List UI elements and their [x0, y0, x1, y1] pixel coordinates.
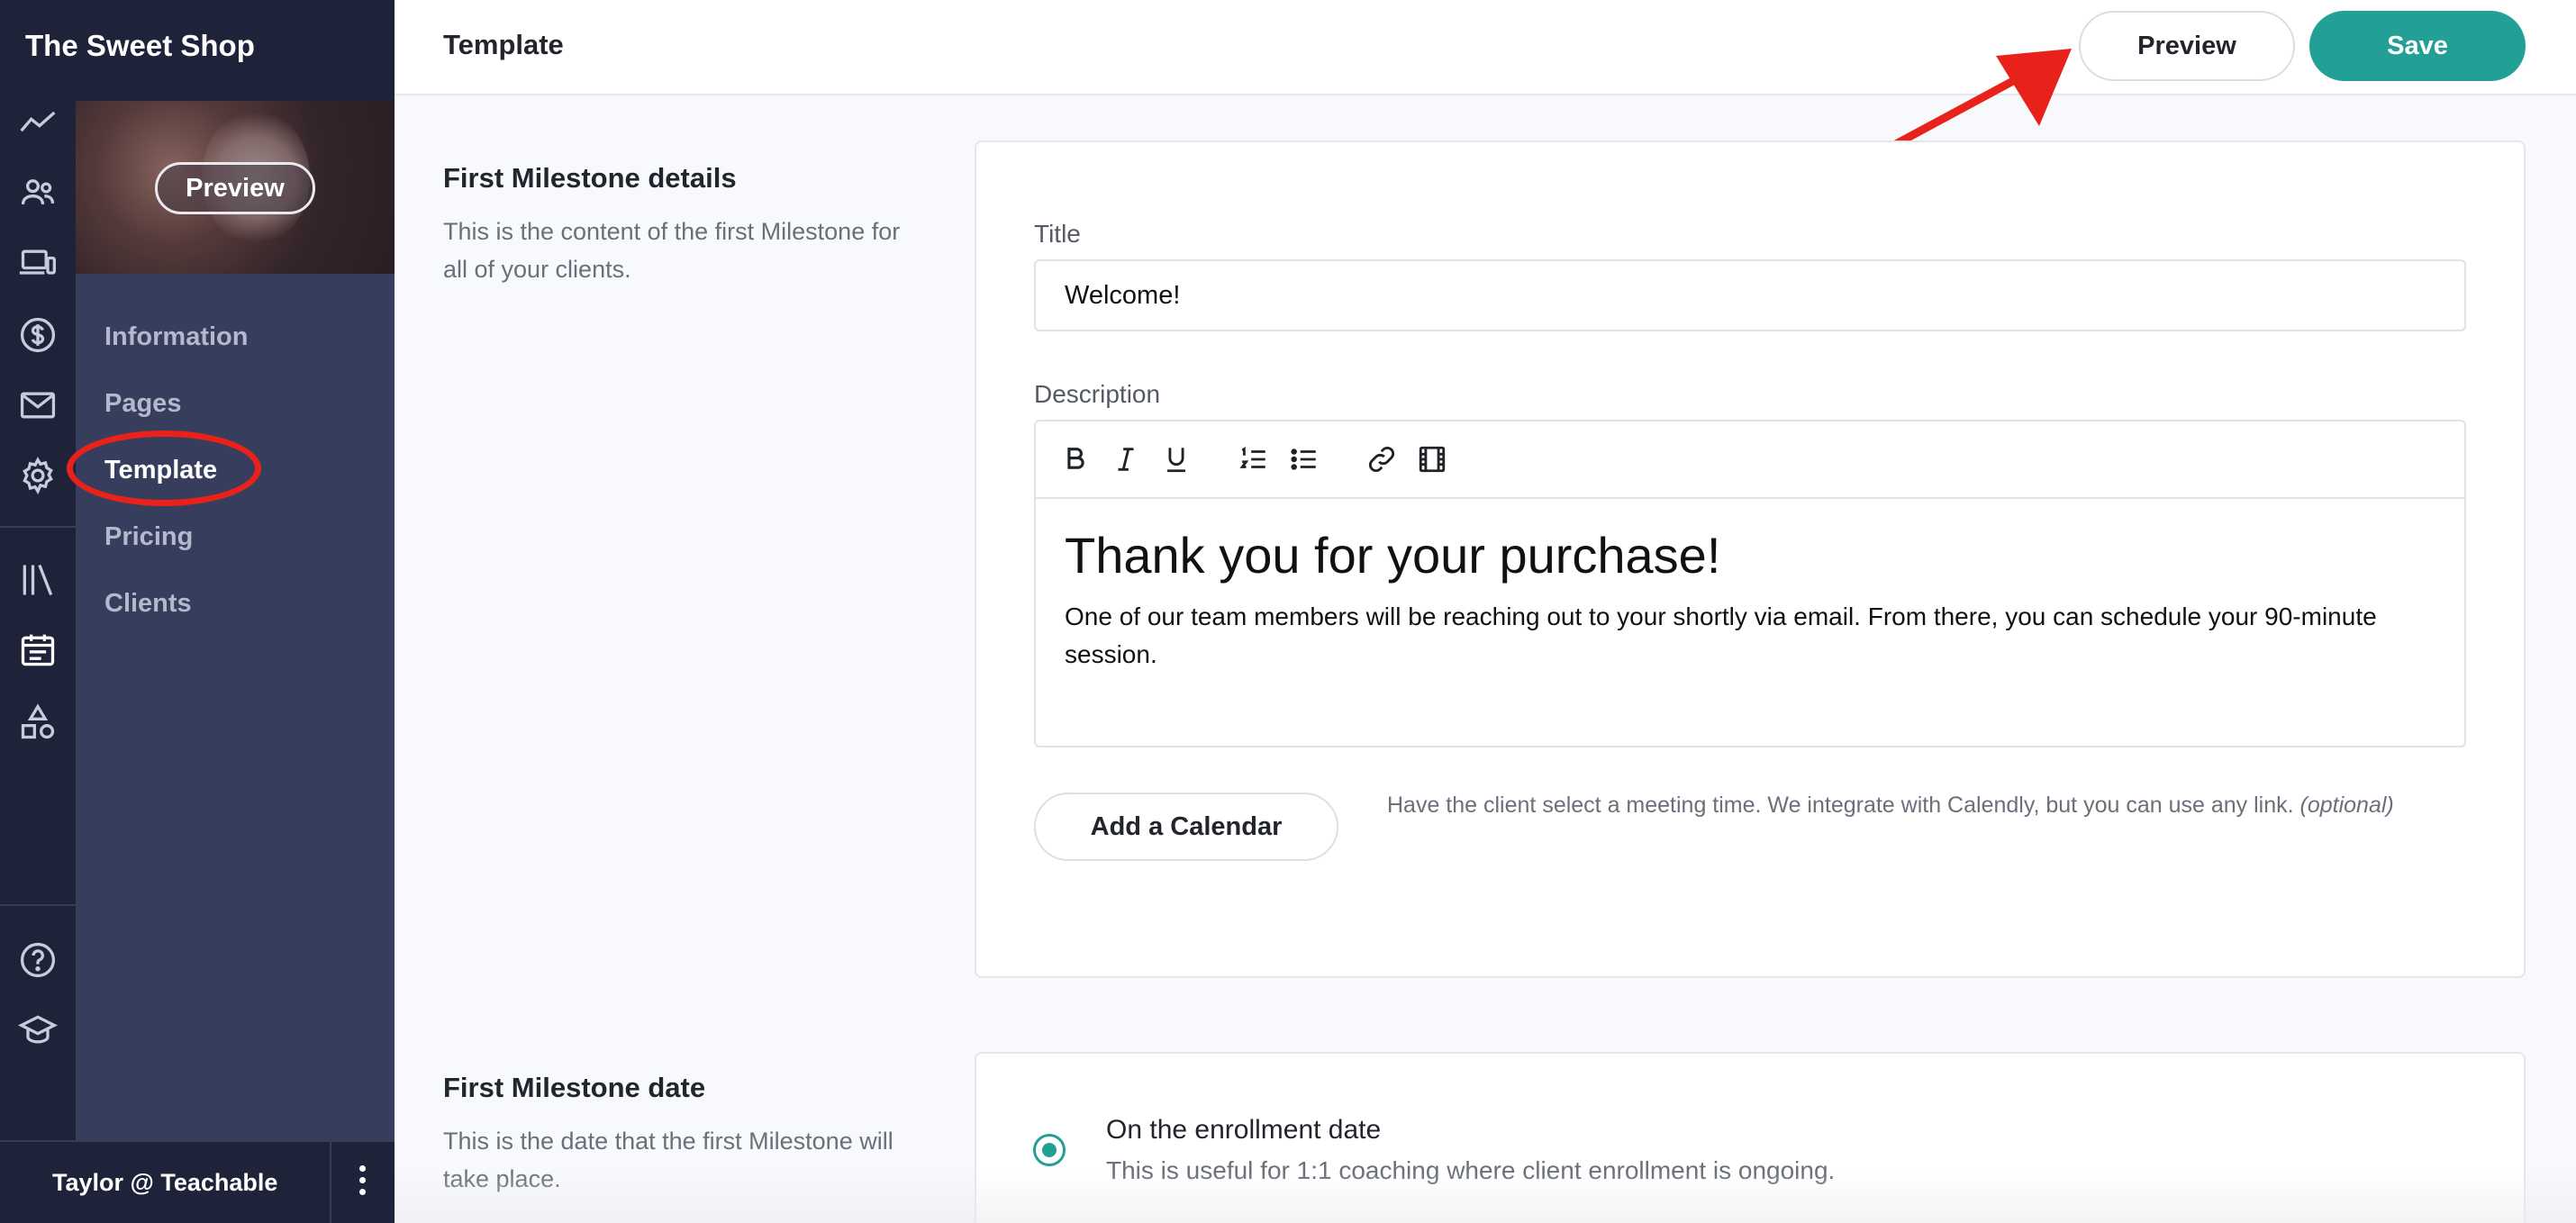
- save-button[interactable]: Save: [2309, 11, 2526, 81]
- enrollment-date-label[interactable]: On the enrollment date: [1106, 1115, 1381, 1146]
- calendar-icon[interactable]: [14, 627, 61, 674]
- editor-toolbar: [1036, 421, 2464, 499]
- rail-divider: [0, 526, 76, 528]
- enrollment-date-help: This is useful for 1:1 coaching where cl…: [1106, 1156, 1836, 1184]
- link-icon[interactable]: [1364, 441, 1400, 477]
- ordered-list-icon[interactable]: [1236, 441, 1272, 477]
- sidebar-item-information[interactable]: Information: [104, 322, 249, 352]
- mail-icon[interactable]: [14, 382, 61, 429]
- milestone-date-title: First Milestone date: [443, 1072, 706, 1103]
- title-input[interactable]: Welcome!: [1034, 259, 2466, 331]
- milestone-details-title: First Milestone details: [443, 162, 737, 194]
- milestone-date-description: This is the date that the first Mileston…: [443, 1128, 893, 1192]
- sidebar-item-pages[interactable]: Pages: [104, 389, 181, 419]
- preview-button[interactable]: Preview: [2079, 11, 2295, 81]
- icon-rail: [0, 0, 76, 1223]
- sidebar-item-pricing[interactable]: Pricing: [104, 522, 193, 552]
- enrollment-date-radio[interactable]: [1033, 1134, 1066, 1166]
- milestone-details-description: This is the content of the first Milesto…: [443, 218, 901, 283]
- sidebar-item-clients[interactable]: Clients: [104, 589, 192, 619]
- calendar-help-text: Have the client select a meeting time. W…: [1387, 793, 2394, 819]
- library-icon[interactable]: [14, 557, 61, 603]
- chart-line-icon[interactable]: [14, 99, 61, 146]
- user-bar: Taylor @ Teachable: [0, 1140, 395, 1223]
- italic-icon[interactable]: [1108, 441, 1144, 477]
- gear-icon[interactable]: [14, 452, 61, 499]
- editor-body: One of our team members will be reaching…: [1065, 602, 2377, 668]
- description-editor[interactable]: Thank you for your purchase! One of our …: [1034, 420, 2466, 747]
- page-header: Template Preview Save: [395, 0, 2576, 95]
- calendar-optional-note: (optional): [2299, 793, 2394, 818]
- editor-heading: Thank you for your purchase!: [1065, 527, 1721, 584]
- annotation-circle: [67, 430, 261, 506]
- add-calendar-button[interactable]: Add a Calendar: [1034, 793, 1338, 861]
- bullet-list-icon[interactable]: [1286, 441, 1322, 477]
- bold-icon[interactable]: [1057, 441, 1093, 477]
- calendar-help-sentence: Have the client select a meeting time. W…: [1387, 793, 2294, 818]
- user-name[interactable]: Taylor @ Teachable: [52, 1169, 277, 1197]
- graduation-cap-icon[interactable]: [14, 1007, 61, 1054]
- devices-icon[interactable]: [14, 240, 61, 286]
- school-name[interactable]: The Sweet Shop: [0, 0, 395, 101]
- users-icon[interactable]: [14, 169, 61, 216]
- user-bar-divider: [330, 1142, 331, 1223]
- cover-preview-button[interactable]: Preview: [155, 162, 315, 214]
- video-icon[interactable]: [1414, 441, 1450, 477]
- kebab-menu-icon[interactable]: [353, 1165, 371, 1201]
- description-field-label: Description: [1034, 380, 1161, 408]
- dollar-icon[interactable]: [14, 312, 61, 358]
- title-field-label: Title: [1034, 220, 1081, 248]
- shapes-icon[interactable]: [14, 699, 61, 746]
- underline-icon[interactable]: [1158, 441, 1194, 477]
- rail-divider: [0, 904, 76, 906]
- page-title: Template: [443, 29, 564, 60]
- help-icon[interactable]: [14, 937, 61, 983]
